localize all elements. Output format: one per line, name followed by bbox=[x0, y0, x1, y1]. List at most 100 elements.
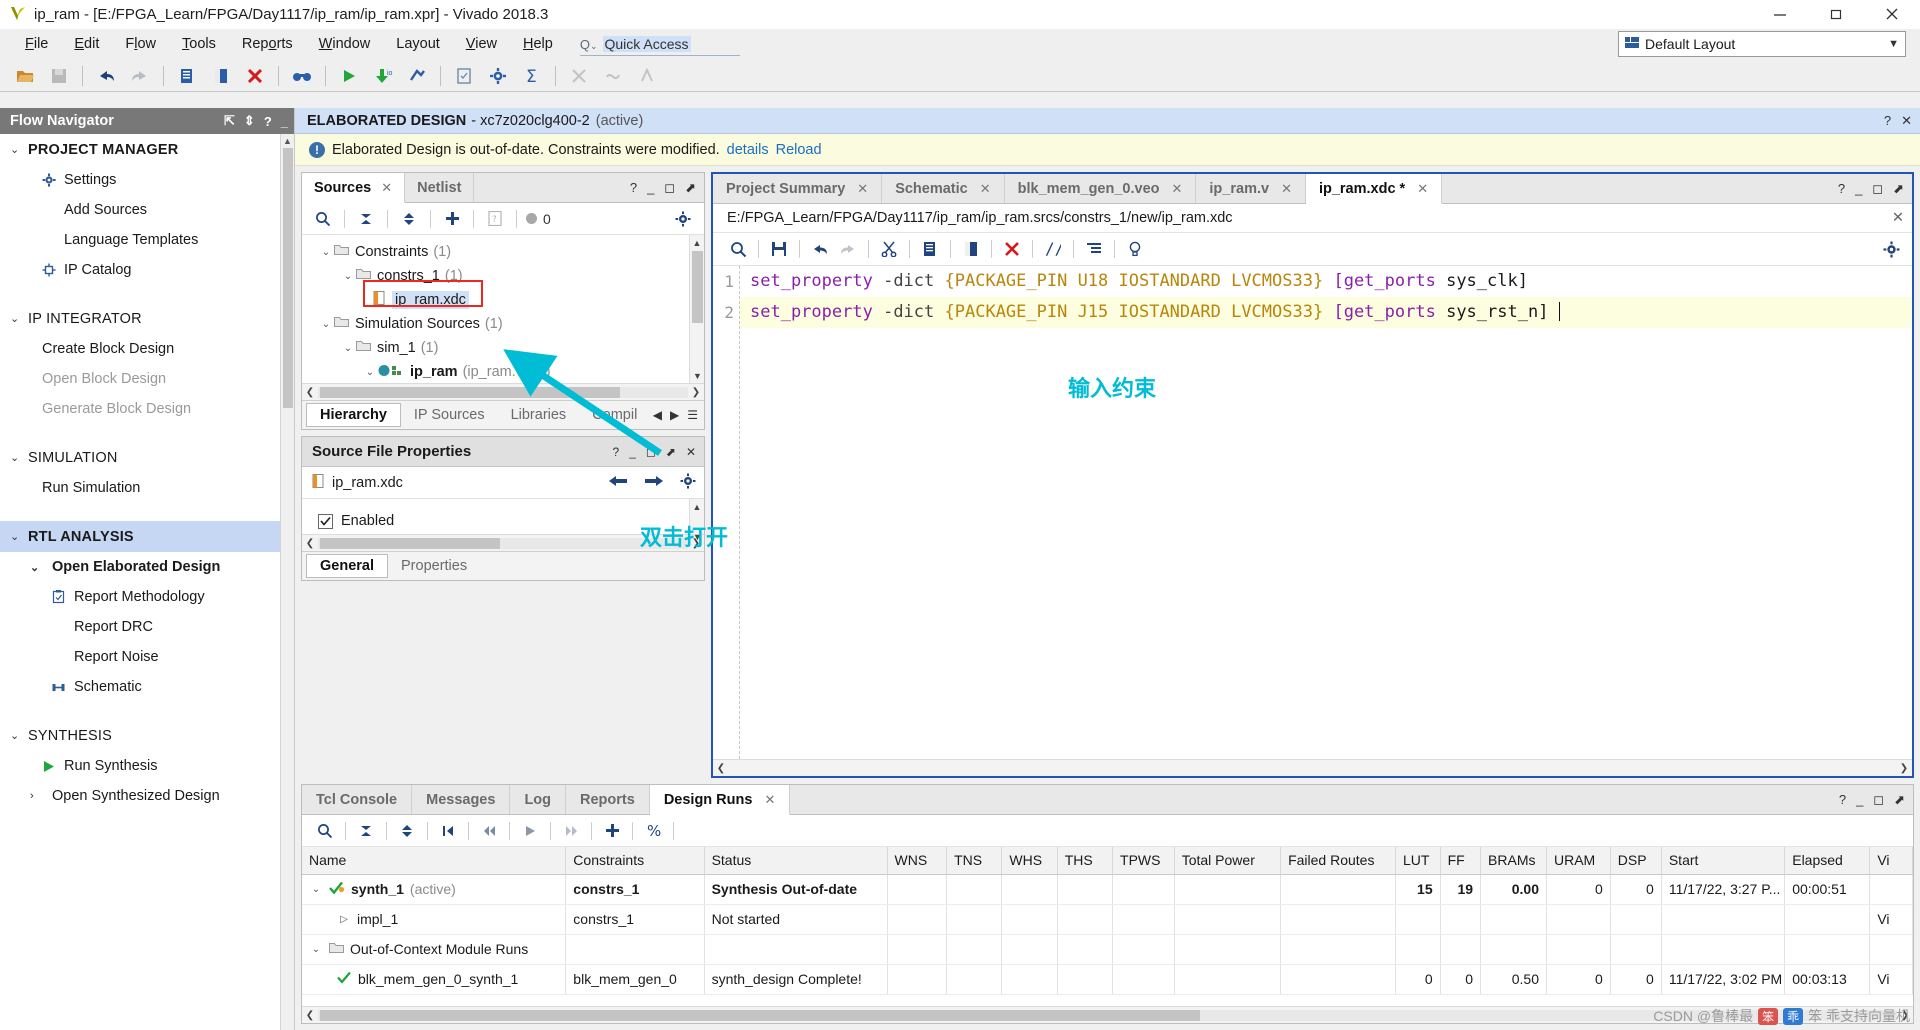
col-constraints[interactable]: Constraints bbox=[565, 847, 705, 875]
close-icon[interactable]: ✕ bbox=[764, 792, 775, 808]
sidebar-section-simulation[interactable]: ⌄ SIMULATION bbox=[0, 442, 280, 473]
chevron-down-icon[interactable]: ⌄ bbox=[309, 944, 323, 955]
settings-gear-icon[interactable] bbox=[483, 62, 513, 90]
redo-icon[interactable] bbox=[125, 62, 155, 90]
tab-messages[interactable]: Messages bbox=[412, 785, 511, 814]
menu-reports[interactable]: Reports bbox=[229, 29, 306, 60]
col-elapsed[interactable]: Elapsed bbox=[1784, 847, 1871, 875]
scroll-thumb[interactable] bbox=[320, 1009, 1200, 1021]
play-icon[interactable] bbox=[517, 819, 543, 843]
help-icon[interactable]: ? bbox=[1839, 792, 1846, 807]
close-icon[interactable] bbox=[1864, 0, 1920, 29]
warning-reload-link[interactable]: Reload bbox=[776, 142, 822, 158]
cell-name[interactable]: ⌄ synth_1 (active) bbox=[302, 874, 567, 905]
copy-icon[interactable] bbox=[917, 237, 943, 261]
float-panel-icon[interactable]: ⬈ bbox=[685, 180, 696, 196]
delete-icon[interactable] bbox=[240, 62, 270, 90]
help-icon[interactable]: ? bbox=[613, 445, 620, 459]
minimize-panel-icon[interactable]: _ bbox=[629, 445, 636, 459]
close-icon[interactable]: ✕ bbox=[381, 180, 392, 196]
sidebar-section-synthesis[interactable]: ⌄ SYNTHESIS bbox=[0, 720, 280, 751]
tree-row-sim_1[interactable]: ⌄ sim_1 (1) bbox=[302, 336, 704, 360]
close-icon[interactable]: ✕ bbox=[1417, 181, 1428, 197]
menu-help[interactable]: Help bbox=[510, 29, 566, 60]
sidebar-item-run-simulation[interactable]: Run Simulation bbox=[0, 473, 280, 503]
cell-name[interactable]: blk_mem_gen_0_synth_1 bbox=[302, 964, 567, 995]
menu-tools[interactable]: Tools bbox=[169, 29, 229, 60]
sidebar-item-ip-catalog[interactable]: IP Catalog bbox=[0, 255, 280, 285]
close-icon[interactable]: ✕ bbox=[1172, 181, 1183, 197]
maximize-panel-icon[interactable]: ◻ bbox=[664, 180, 675, 196]
quick-access-input[interactable]: Q⌄ Quick Access bbox=[579, 34, 740, 56]
scroll-up-icon[interactable]: ▲ bbox=[690, 499, 704, 514]
scroll-left-icon[interactable]: ❮ bbox=[713, 763, 729, 774]
float-panel-icon[interactable]: ⬈ bbox=[1893, 181, 1904, 197]
col-wns[interactable]: WNS bbox=[887, 847, 948, 875]
scroll-thumb[interactable] bbox=[320, 386, 620, 398]
save-icon[interactable] bbox=[44, 62, 74, 90]
copy-icon[interactable] bbox=[172, 62, 202, 90]
sidebar-item-report-noise[interactable]: Report Noise bbox=[0, 642, 280, 672]
undo-icon[interactable] bbox=[91, 62, 121, 90]
sidebar-item-report-methodology[interactable]: Report Methodology bbox=[0, 582, 280, 612]
scroll-thumb[interactable] bbox=[692, 251, 703, 323]
tab-log[interactable]: Log bbox=[510, 785, 567, 814]
sidebar-item-create-block-design[interactable]: Create Block Design bbox=[0, 334, 280, 364]
warning-details-link[interactable]: details bbox=[727, 142, 769, 158]
col-brams[interactable]: BRAMs bbox=[1480, 847, 1547, 875]
search-icon[interactable] bbox=[312, 819, 338, 843]
col-tpws[interactable]: TPWS bbox=[1112, 847, 1175, 875]
col-name[interactable]: Name bbox=[302, 847, 567, 875]
settings-gear-icon[interactable] bbox=[680, 473, 696, 493]
expand-icon[interactable]: ⇕ bbox=[244, 113, 255, 129]
sidebar-section-rtl-analysis[interactable]: ⌄ RTL ANALYSIS bbox=[0, 521, 280, 552]
float-panel-icon[interactable]: ⬈ bbox=[666, 445, 676, 459]
cut-icon[interactable] bbox=[876, 237, 902, 261]
comment-icon[interactable]: // bbox=[1040, 237, 1066, 261]
scroll-thumb[interactable] bbox=[283, 148, 293, 408]
chevron-down-icon[interactable]: ⌄ bbox=[318, 319, 334, 330]
tree-row-constraints[interactable]: ⌄ Constraints (1) bbox=[302, 240, 704, 264]
col-tns[interactable]: TNS bbox=[946, 847, 1003, 875]
hscroll-track[interactable] bbox=[318, 386, 688, 398]
minimize-panel-icon[interactable]: _ bbox=[1855, 181, 1862, 196]
expand-all-icon[interactable] bbox=[396, 207, 422, 231]
add-run-icon[interactable] bbox=[599, 819, 625, 843]
tab-ip-ram-xdc[interactable]: ip_ram.xdc * ✕ bbox=[1305, 174, 1443, 204]
maximize-icon[interactable] bbox=[1808, 0, 1864, 29]
undo-icon[interactable] bbox=[807, 237, 833, 261]
indent-icon[interactable] bbox=[1081, 237, 1107, 261]
sidebar-item-add-sources[interactable]: Add Sources bbox=[0, 195, 280, 225]
col-ff[interactable]: FF bbox=[1440, 847, 1482, 875]
subtab-general[interactable]: General bbox=[306, 554, 388, 578]
menu-layout[interactable]: Layout bbox=[383, 29, 453, 60]
tab-tcl-console[interactable]: Tcl Console bbox=[302, 785, 413, 814]
sidebar-item-open-elaborated-design[interactable]: ⌄ Open Elaborated Design bbox=[0, 552, 280, 582]
scroll-left-icon[interactable]: ❮ bbox=[302, 387, 318, 398]
chevron-down-icon[interactable]: ⌄ bbox=[309, 884, 323, 895]
close-icon[interactable]: ✕ bbox=[1281, 181, 1292, 197]
sidebar-item-schematic[interactable]: Schematic bbox=[0, 672, 280, 702]
cell-name[interactable]: ▷ impl_1 bbox=[302, 904, 567, 935]
col-whs[interactable]: WHS bbox=[1001, 847, 1058, 875]
menu-window[interactable]: Window bbox=[306, 29, 384, 60]
table-row[interactable]: ▷ impl_1 constrs_1 Not started Vi bbox=[302, 904, 1913, 935]
search-icon[interactable] bbox=[310, 207, 336, 231]
maximize-panel-icon[interactable]: ◻ bbox=[1872, 181, 1883, 197]
col-ths[interactable]: THS bbox=[1057, 847, 1114, 875]
cell-name[interactable]: ⌄ Out-of-Context Module Runs bbox=[302, 934, 567, 965]
scroll-right-icon[interactable]: ❯ bbox=[688, 387, 704, 398]
tab-blk-mem-gen-veo[interactable]: blk_mem_gen_0.veo ✕ bbox=[1005, 174, 1197, 203]
tab-design-runs[interactable]: Design Runs ✕ bbox=[649, 785, 791, 815]
scroll-left-icon[interactable]: ❮ bbox=[302, 1010, 318, 1021]
subtab-ip-sources[interactable]: IP Sources bbox=[401, 401, 498, 429]
hscroll-track[interactable] bbox=[318, 537, 688, 549]
sidebar-item-run-synthesis[interactable]: Run Synthesis bbox=[0, 751, 280, 781]
minimize-panel-icon[interactable]: _ bbox=[281, 114, 288, 129]
download-icon[interactable]: io bbox=[368, 62, 398, 90]
col-status[interactable]: Status bbox=[704, 847, 888, 875]
forward-icon[interactable] bbox=[644, 474, 664, 492]
menu-view[interactable]: View bbox=[453, 29, 510, 60]
next-icon[interactable] bbox=[558, 819, 584, 843]
subtab-compile-order[interactable]: Compil bbox=[579, 401, 650, 429]
